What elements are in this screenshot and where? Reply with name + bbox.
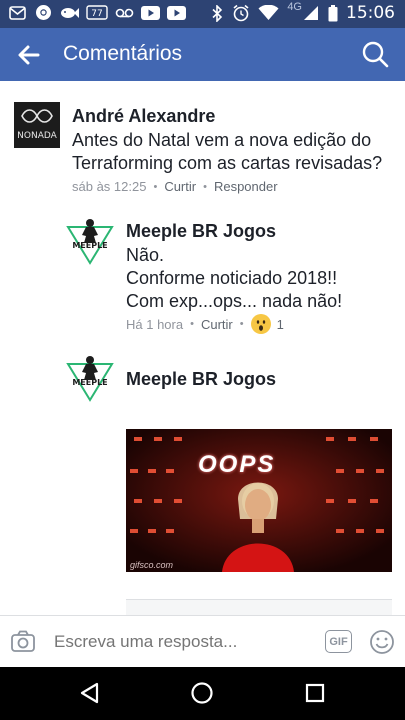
reply-meta: Há 1 hora • Curtir • 1 (126, 314, 284, 334)
comment-meta: sáb às 12:25 • Curtir • Responder (72, 179, 278, 194)
wifi-icon (258, 5, 279, 22)
youtube-icon (167, 4, 186, 21)
comment-author[interactable]: André Alexandre (72, 106, 215, 127)
reply-composer: GIF (0, 615, 405, 667)
avatar[interactable]: MEEPLE (66, 354, 114, 402)
mail-icon (8, 4, 27, 21)
system-nav-bar (0, 667, 405, 720)
reply-author[interactable]: Meeple BR Jogos (126, 221, 276, 242)
reply-time: Há 1 hora (126, 316, 184, 332)
status-bar: 77 4G 15:06 (0, 0, 405, 28)
reaction-summary[interactable]: 1 (250, 314, 284, 334)
wow-emoji-icon (250, 314, 271, 334)
battery-icon (327, 4, 338, 22)
chrome-icon (34, 4, 53, 21)
home-circle-icon[interactable] (190, 681, 214, 705)
back-triangle-icon[interactable] (78, 681, 102, 705)
avatar[interactable]: NONADA (14, 102, 60, 148)
phone-77-icon: 77 (86, 4, 108, 21)
comment-time: sáb às 12:25 (72, 179, 147, 194)
search-icon[interactable] (361, 40, 389, 68)
fish-icon (60, 4, 79, 21)
avatar[interactable]: MEEPLE (66, 217, 114, 265)
phone-badge-text: 77 (91, 9, 102, 19)
arrow-left-icon[interactable] (16, 42, 42, 68)
like-button[interactable]: Curtir (201, 317, 233, 332)
separator-dot: • (239, 318, 244, 330)
youtube-icon (141, 4, 160, 21)
reply-author[interactable]: Meeple BR Jogos (126, 369, 276, 390)
app-bar: Comentários (0, 28, 405, 81)
like-button[interactable]: Curtir (164, 179, 196, 194)
clock-time: 15:06 (346, 3, 395, 23)
smiley-icon[interactable] (369, 629, 395, 655)
gif-button[interactable]: GIF (325, 630, 352, 653)
avatar-text: MEEPLE (72, 378, 107, 387)
reply-button[interactable]: Responder (214, 179, 278, 194)
page-title: Comentários (63, 42, 183, 65)
avatar-text: NONADA (17, 131, 57, 141)
comment-text: Antes do Natal vem a nova edição do Terr… (72, 130, 383, 173)
comments-list: NONADA André Alexandre Antes do Natal ve… (0, 81, 405, 615)
gif-caption: OOPS (198, 451, 276, 478)
avatar-text: MEEPLE (72, 241, 107, 250)
gif-attachment[interactable]: OOPS gifsco.com (126, 429, 392, 572)
network-type-label: 4G (287, 1, 302, 13)
signal-icon (302, 5, 319, 22)
camera-icon[interactable] (10, 629, 36, 655)
voicemail-icon (115, 4, 134, 21)
alarm-icon (231, 4, 250, 22)
separator-dot: • (190, 318, 194, 330)
separator-dot: • (203, 180, 207, 193)
reply-text: Não. Conforme noticiado 2018!! Com exp..… (126, 245, 343, 311)
recents-square-icon[interactable] (303, 681, 327, 705)
link-preview-card[interactable] (126, 599, 392, 615)
gif-source: gifsco.com (130, 560, 174, 570)
reaction-count: 1 (276, 316, 284, 332)
bluetooth-icon (211, 4, 223, 22)
separator-dot: • (153, 180, 158, 193)
reply-input[interactable] (54, 632, 304, 652)
